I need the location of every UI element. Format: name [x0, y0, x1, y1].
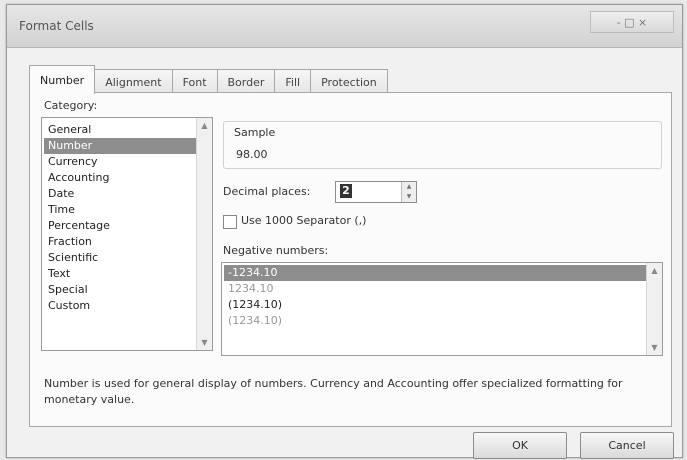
negative-numbers-list[interactable]: -1234.10 1234.10 (1234.10) (1234.10) ▲ ▼: [221, 262, 663, 356]
category-label: Category:: [44, 99, 98, 112]
category-item-text[interactable]: Text: [44, 266, 196, 282]
category-scrollbar[interactable]: ▲ ▼: [196, 118, 212, 350]
use-1000-separator-checkbox[interactable]: [223, 215, 237, 229]
format-description: Number is used for general display of nu…: [44, 377, 623, 406]
scroll-down-icon[interactable]: ▼: [197, 335, 212, 350]
tab-font[interactable]: Font: [171, 69, 218, 94]
scroll-up-icon[interactable]: ▲: [197, 118, 212, 133]
title-bar: Format Cells - □ ×: [7, 5, 682, 48]
decimal-places-value[interactable]: 2: [340, 184, 352, 198]
category-items: General Number Currency Accounting Date …: [44, 122, 196, 314]
category-item-number[interactable]: Number: [44, 138, 196, 154]
category-item-fraction[interactable]: Fraction: [44, 234, 196, 250]
category-list[interactable]: General Number Currency Accounting Date …: [41, 117, 213, 351]
scroll-up-icon[interactable]: ▲: [647, 263, 662, 278]
cancel-button[interactable]: Cancel: [580, 432, 674, 459]
tab-alignment[interactable]: Alignment: [94, 69, 173, 94]
format-cells-dialog: Format Cells - □ × Number Alignment Font…: [6, 4, 683, 459]
category-item-general[interactable]: General: [44, 122, 196, 138]
spin-up-icon[interactable]: ▲: [402, 182, 416, 192]
sample-label: Sample: [234, 126, 276, 139]
tab-bar: Number Alignment Font Border Fill Protec…: [29, 65, 509, 94]
negative-option-2[interactable]: 1234.10: [224, 281, 646, 297]
negative-number-items: -1234.10 1234.10 (1234.10) (1234.10): [224, 265, 646, 329]
category-item-currency[interactable]: Currency: [44, 154, 196, 170]
negative-option-3[interactable]: (1234.10): [224, 297, 646, 313]
tab-border[interactable]: Border: [216, 69, 276, 94]
category-item-scientific[interactable]: Scientific: [44, 250, 196, 266]
dialog-title: Format Cells: [19, 19, 94, 33]
window-controls[interactable]: - □ ×: [590, 11, 674, 33]
use-1000-separator-label: Use 1000 Separator (,): [241, 214, 367, 227]
category-item-date[interactable]: Date: [44, 186, 196, 202]
negative-option-1[interactable]: -1234.10: [224, 265, 646, 281]
tab-fill[interactable]: Fill: [274, 69, 312, 94]
sample-group: Sample 98.00: [223, 121, 662, 169]
negative-option-4[interactable]: (1234.10): [224, 313, 646, 329]
decimal-places-stepper[interactable]: 2 ▲ ▼: [335, 181, 417, 203]
category-item-special[interactable]: Special: [44, 282, 196, 298]
negative-scrollbar[interactable]: ▲ ▼: [646, 263, 662, 355]
decimal-places-buttons[interactable]: ▲ ▼: [401, 182, 416, 202]
negative-numbers-label: Negative numbers:: [223, 244, 329, 257]
decimal-places-label: Decimal places:: [223, 185, 311, 198]
category-item-accounting[interactable]: Accounting: [44, 170, 196, 186]
category-item-time[interactable]: Time: [44, 202, 196, 218]
number-tab-panel: Category: General Number Currency Accoun…: [29, 92, 672, 427]
scroll-down-icon[interactable]: ▼: [647, 340, 662, 355]
tab-protection[interactable]: Protection: [310, 69, 388, 94]
sample-value: 98.00: [236, 148, 268, 161]
category-item-percentage[interactable]: Percentage: [44, 218, 196, 234]
spin-down-icon[interactable]: ▼: [402, 192, 416, 202]
ok-button[interactable]: OK: [473, 432, 567, 459]
tab-number[interactable]: Number: [29, 65, 96, 94]
category-item-custom[interactable]: Custom: [44, 298, 196, 314]
